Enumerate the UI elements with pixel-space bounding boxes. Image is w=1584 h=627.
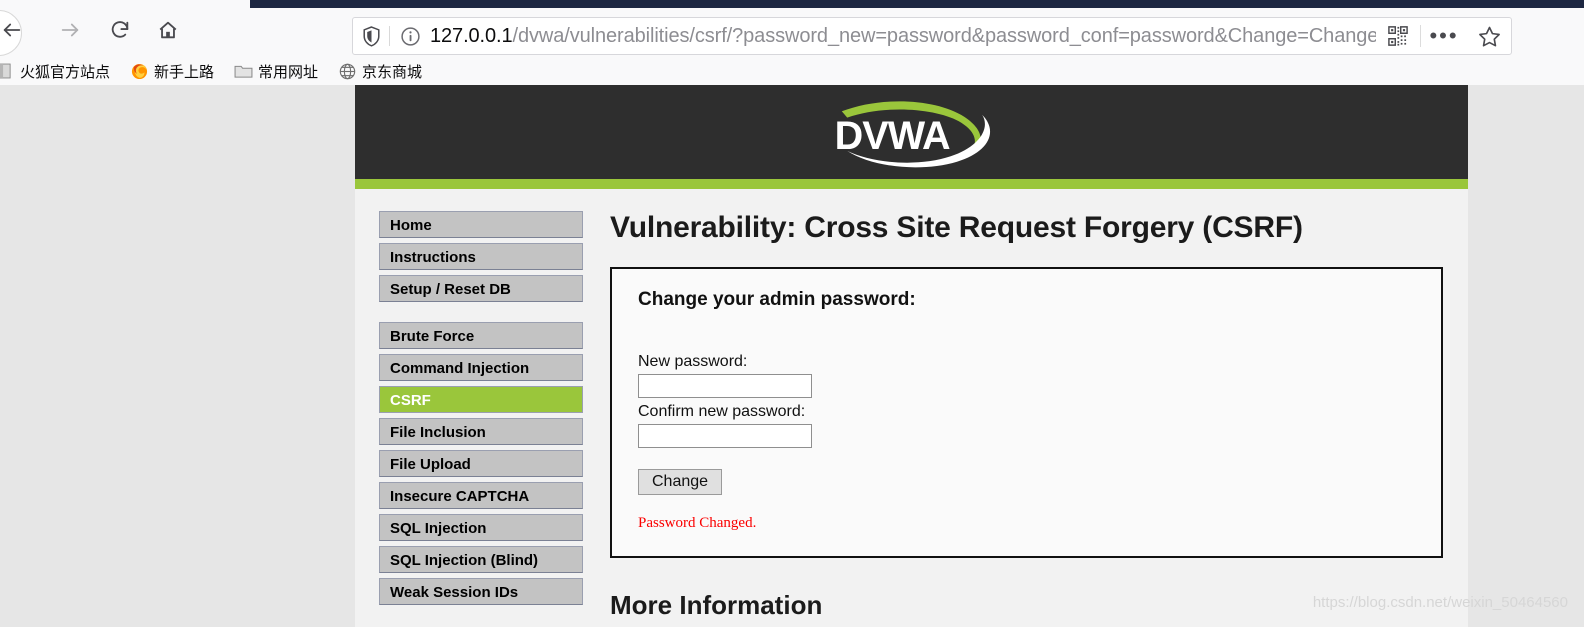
- panel-heading: Change your admin password:: [638, 289, 916, 310]
- sidebar-item-setup-reset-db[interactable]: Setup / Reset DB: [379, 275, 583, 302]
- home-button[interactable]: [156, 18, 180, 42]
- page-actions-button[interactable]: •••: [1421, 25, 1467, 47]
- bookmark-label: 新手上路: [154, 63, 215, 81]
- forward-arrow-icon: [61, 23, 79, 37]
- folder-icon: [232, 62, 254, 80]
- svg-text:DVWA: DVWA: [834, 114, 949, 158]
- bookmark-label: 常用网址: [258, 63, 319, 81]
- sidebar-item-sql-injection-blind[interactable]: SQL Injection (Blind): [379, 546, 583, 573]
- back-button[interactable]: [0, 18, 24, 42]
- bookmark-label: 京东商城: [362, 63, 423, 81]
- bookmark-item-firefox-official[interactable]: 火狐官方站点: [0, 61, 110, 82]
- page-title: Vulnerability: Cross Site Request Forger…: [610, 211, 1303, 244]
- change-password-button[interactable]: Change: [638, 469, 723, 495]
- globe-icon: [336, 62, 358, 80]
- bookmark-page-icon: [0, 62, 16, 80]
- sidebar-item-insecure-captcha[interactable]: Insecure CAPTCHA: [379, 482, 583, 509]
- screenshot-root: 127.0.0.1/dvwa/vulnerabilities/csrf/?pas…: [0, 0, 1584, 627]
- bookmark-item-getting-started[interactable]: 新手上路: [128, 61, 214, 82]
- dvwa-logo: DVWA: [834, 101, 990, 168]
- dvwa-body: Home Instructions Setup / Reset DB Brute…: [355, 189, 1468, 627]
- confirm-password-label: Confirm new password:: [638, 403, 806, 420]
- change-password-panel: Change your admin password: New password…: [610, 267, 1443, 558]
- dvwa-green-accent-bar: [355, 179, 1468, 189]
- reload-icon: [111, 21, 129, 38]
- sidebar-item-brute-force[interactable]: Brute Force: [379, 322, 583, 349]
- dvwa-header: DVWA: [355, 85, 1468, 179]
- firefox-icon: [128, 62, 150, 80]
- sidebar-item-weak-session-ids[interactable]: Weak Session IDs: [379, 578, 583, 605]
- page-viewport: DVWA Home Instructions Setup / Reset DB …: [0, 85, 1584, 627]
- qr-code-button[interactable]: [1376, 26, 1420, 46]
- new-password-label: New password:: [638, 353, 748, 370]
- home-icon: [159, 21, 177, 39]
- sidebar-item-sql-injection[interactable]: SQL Injection: [379, 514, 583, 541]
- bookmark-item-common-sites[interactable]: 常用网址: [232, 61, 318, 82]
- back-arrow-icon: [3, 23, 21, 37]
- url-host: 127.0.0.1: [430, 24, 513, 47]
- password-status-message: Password Changed.: [638, 515, 757, 531]
- bookmark-label: 火狐官方站点: [20, 63, 111, 81]
- sidebar-item-home[interactable]: Home: [379, 211, 583, 238]
- bookmarks-bar: 火狐官方站点 新手上路 常用网址 京东商城: [0, 57, 1584, 85]
- shield-icon: [362, 25, 380, 47]
- sidebar-group-main: Home Instructions Setup / Reset DB: [379, 211, 583, 302]
- browser-navigation-bar: 127.0.0.1/dvwa/vulnerabilities/csrf/?pas…: [0, 8, 1584, 56]
- info-icon: [400, 26, 420, 46]
- new-password-input[interactable]: [638, 374, 812, 398]
- address-bar[interactable]: 127.0.0.1/dvwa/vulnerabilities/csrf/?pas…: [352, 17, 1512, 55]
- dvwa-page-container: DVWA Home Instructions Setup / Reset DB …: [355, 85, 1468, 627]
- sidebar-item-file-inclusion[interactable]: File Inclusion: [379, 418, 583, 445]
- star-icon: [1478, 26, 1500, 47]
- bookmark-button[interactable]: [1467, 25, 1511, 48]
- sidebar-item-file-upload[interactable]: File Upload: [379, 450, 583, 477]
- browser-chrome: 127.0.0.1/dvwa/vulnerabilities/csrf/?pas…: [0, 0, 1584, 85]
- confirm-password-input[interactable]: [638, 424, 812, 448]
- tracking-protection-button[interactable]: [353, 25, 389, 47]
- forward-button[interactable]: [58, 18, 82, 42]
- url-text[interactable]: 127.0.0.1/dvwa/vulnerabilities/csrf/?pas…: [430, 25, 1376, 48]
- more-information-heading: More Information: [610, 590, 823, 620]
- bookmark-item-jd-mall[interactable]: 京东商城: [336, 61, 422, 82]
- reload-button[interactable]: [108, 18, 132, 42]
- dvwa-main-content: Vulnerability: Cross Site Request Forger…: [583, 211, 1468, 627]
- url-path: /dvwa/vulnerabilities/csrf/?password_new…: [512, 24, 1376, 47]
- site-information-button[interactable]: [390, 26, 430, 47]
- window-title-strip: [250, 0, 1584, 8]
- sidebar-item-command-injection[interactable]: Command Injection: [379, 354, 583, 381]
- sidebar-item-csrf[interactable]: CSRF: [379, 386, 583, 413]
- sidebar-item-instructions[interactable]: Instructions: [379, 243, 583, 270]
- sidebar-group-vulnerabilities: Brute Force Command Injection CSRF File …: [379, 322, 583, 605]
- qr-code-icon: [1388, 26, 1408, 46]
- dvwa-sidebar: Home Instructions Setup / Reset DB Brute…: [355, 211, 583, 627]
